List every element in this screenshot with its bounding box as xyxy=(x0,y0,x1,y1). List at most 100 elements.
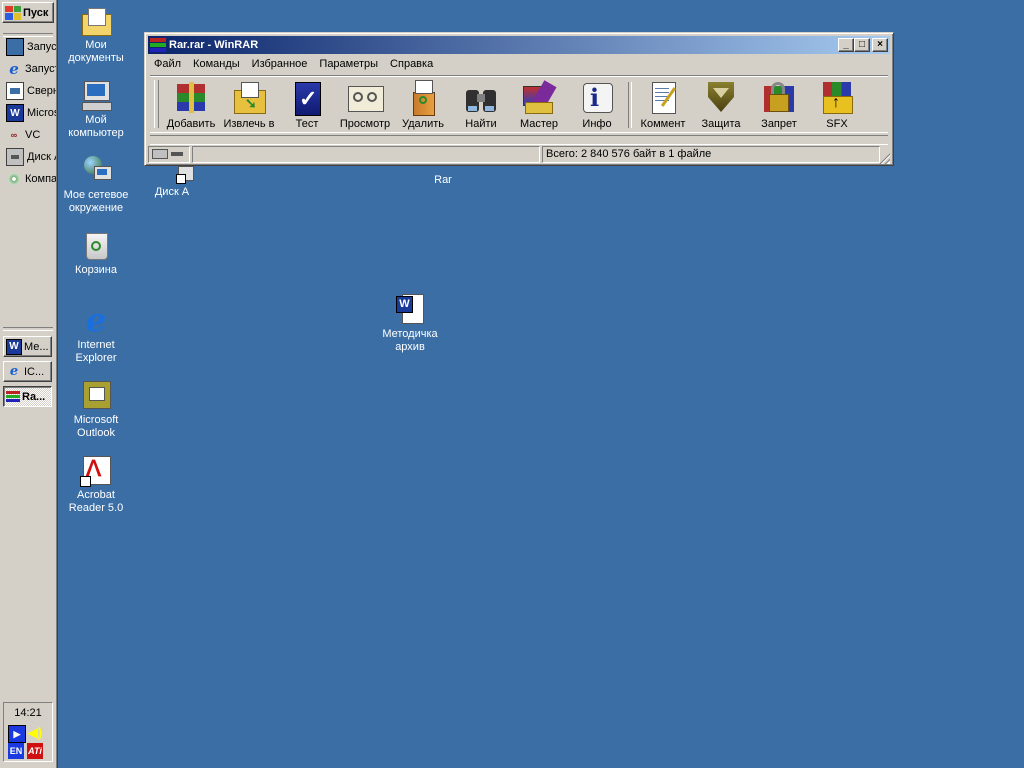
media-player-icon[interactable]: ▶ xyxy=(8,725,26,743)
title-bar[interactable]: Rar.rar - WinRAR _ □ × xyxy=(148,36,890,54)
window-title: Rar.rar - WinRAR xyxy=(169,39,259,51)
start-button[interactable]: Пуск xyxy=(2,2,54,23)
status-selection xyxy=(192,146,540,163)
toolbar-label: Тест xyxy=(295,118,319,130)
desktop-icon-internet-explorer[interactable]: e Internet Explorer xyxy=(58,304,134,365)
delete-icon xyxy=(405,80,441,116)
cd-icon xyxy=(6,171,22,187)
icon-label: Мое сетевое окружение xyxy=(63,189,129,214)
menu-favorites[interactable]: Избранное xyxy=(246,58,314,70)
sfx-icon: ↑ xyxy=(819,80,855,116)
view-button[interactable]: Просмотр xyxy=(336,78,394,132)
icon-label: Диск A xyxy=(154,186,190,198)
comment-button[interactable]: Коммент xyxy=(634,78,692,132)
status-bar: Всего: 2 840 576 байт в 1 файле xyxy=(148,146,890,164)
task-button-winrar[interactable]: Ra... xyxy=(3,386,52,407)
find-icon xyxy=(463,80,499,116)
test-button[interactable]: ✓ Тест xyxy=(278,78,336,132)
sfx-button[interactable]: ↑ SFX xyxy=(808,78,866,132)
system-tray: 14:21 ▶ ◀) EN ATi xyxy=(3,702,53,762)
toolbar: Добавить ➘ Извлечь в ✓ Тест Просмотр Уда… xyxy=(150,75,888,133)
acrobat-icon: ᐱ ↗ xyxy=(80,454,112,487)
drive-indicator[interactable] xyxy=(148,146,190,163)
extract-icon: ➘ xyxy=(231,80,267,116)
language-indicator[interactable]: EN xyxy=(8,743,24,759)
task-separator xyxy=(3,327,53,331)
protect-icon xyxy=(703,80,739,116)
desktop-icon-recycle-bin[interactable]: Корзина xyxy=(58,229,134,277)
desktop-icon-my-computer[interactable]: Мой компьютер xyxy=(58,79,134,140)
toolbar-separator xyxy=(628,82,632,128)
quick-launch-separator xyxy=(3,33,53,37)
resize-grip[interactable] xyxy=(878,152,890,164)
close-button[interactable]: × xyxy=(872,38,888,52)
quick-launch-label: Свернуть все окна xyxy=(27,85,56,97)
toolbar-label: SFX xyxy=(826,118,848,130)
wizard-button[interactable]: Мастер xyxy=(510,78,568,132)
toolbar-label: Добавить xyxy=(166,118,216,130)
recycle-bin-icon xyxy=(80,229,112,261)
floppy-icon xyxy=(6,148,24,166)
quick-launch-show-desktop[interactable]: Свернуть все окна xyxy=(6,82,56,100)
icon-label: Корзина xyxy=(75,264,117,276)
word-document-icon: W xyxy=(394,293,426,325)
lock-button[interactable]: Запрет xyxy=(750,78,808,132)
ati-icon[interactable]: ATi xyxy=(27,743,43,759)
quick-launch-explorer[interactable]: Запустить xyxy=(6,38,56,56)
toolbar-label: Просмотр xyxy=(339,118,391,130)
add-button[interactable]: Добавить xyxy=(162,78,220,132)
maximize-button[interactable]: □ xyxy=(854,38,870,52)
my-documents-icon xyxy=(80,4,112,36)
quick-launch-ie[interactable]: e Запустить Internet Explorer xyxy=(6,60,56,78)
toolbar-label: Найти xyxy=(465,118,497,130)
volume-icon[interactable]: ◀) xyxy=(27,725,43,741)
desktop-icon xyxy=(6,82,24,100)
quick-launch-vc[interactable]: ∞ VC xyxy=(6,126,56,144)
extract-to-button[interactable]: ➘ Извлечь в xyxy=(220,78,278,132)
task-label: Ra... xyxy=(22,390,46,403)
key-icon xyxy=(171,152,184,157)
find-button[interactable]: Найти xyxy=(452,78,510,132)
toolbar-label: Коммент xyxy=(640,118,686,130)
menu-help[interactable]: Справка xyxy=(384,58,439,70)
toolbar-label: Удалить xyxy=(402,118,444,130)
protect-button[interactable]: Защита xyxy=(692,78,750,132)
lock-icon xyxy=(761,80,797,116)
quick-launch-word[interactable]: W Microsoft Word xyxy=(6,104,56,122)
desktop-icon-rar[interactable]: Rar xyxy=(405,174,481,187)
delete-button[interactable]: Удалить xyxy=(394,78,452,132)
start-label: Пуск xyxy=(23,6,49,19)
toolbar-label: Защита xyxy=(701,118,741,130)
my-computer-icon xyxy=(80,79,112,111)
desktop-icon-outlook[interactable]: Microsoft Outlook xyxy=(58,379,134,440)
quick-launch-label: Запустить xyxy=(27,41,56,53)
menu-options[interactable]: Параметры xyxy=(313,58,384,70)
quick-launch-floppy[interactable]: Диск A xyxy=(6,148,56,166)
desktop-icon-my-documents[interactable]: Мои документы xyxy=(58,4,134,65)
toolbar-label: Мастер xyxy=(519,118,559,130)
icon-label: Мои документы xyxy=(68,39,124,64)
clock: 14:21 xyxy=(14,707,42,719)
icon-label: Internet Explorer xyxy=(75,339,117,364)
desktop-icon-network[interactable]: Мое сетевое окружение xyxy=(58,154,134,215)
toolbar-grip[interactable] xyxy=(154,80,159,128)
wizard-icon xyxy=(521,80,557,116)
quick-launch-cd[interactable]: Компакт-диск xyxy=(6,170,56,188)
internet-explorer-icon: e xyxy=(85,301,107,339)
icon-label: Rar xyxy=(434,174,452,186)
minimize-button[interactable]: _ xyxy=(838,38,854,52)
windows-logo-icon xyxy=(5,5,21,20)
info-button[interactable]: i Инфо xyxy=(568,78,626,132)
winrar-icon xyxy=(150,38,166,52)
desktop-icon-acrobat[interactable]: ᐱ ↗ Acrobat Reader 5.0 xyxy=(58,454,134,515)
task-button-word[interactable]: W Ме... xyxy=(3,336,52,357)
taskbar: Пуск Запустить e Запустить Internet Expl… xyxy=(0,0,58,768)
menu-file[interactable]: Файл xyxy=(148,58,187,70)
task-button-ie[interactable]: e IC... xyxy=(3,361,52,382)
desktop-icon-metodichka[interactable]: W Методичка архив xyxy=(372,293,448,354)
comment-icon xyxy=(645,80,681,116)
menu-commands[interactable]: Команды xyxy=(187,58,246,70)
view-icon xyxy=(347,80,384,116)
window-controls: _ □ × xyxy=(838,38,888,52)
vc-icon: ∞ xyxy=(10,130,18,140)
